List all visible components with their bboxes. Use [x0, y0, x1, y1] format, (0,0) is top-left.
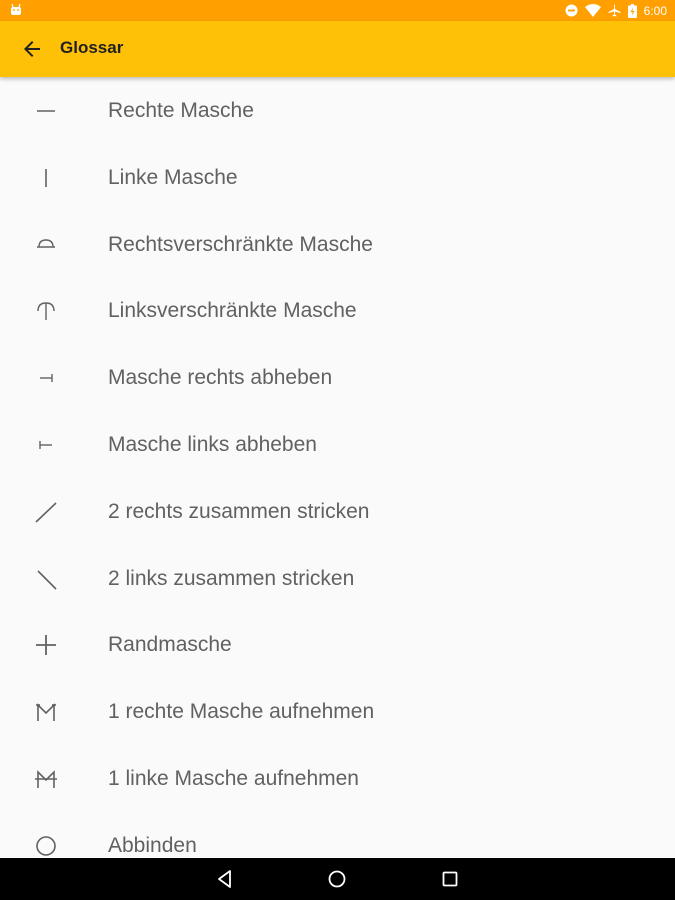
glossary-item-label: Rechte Masche [108, 99, 254, 122]
twisted-knit-symbol-icon [37, 238, 55, 248]
glossary-item-label: Rechtsverschränkte Masche [108, 232, 373, 256]
wifi-icon [584, 4, 601, 17]
glossary-item-abbinden[interactable]: Abbinden [0, 812, 675, 858]
glossary-item-1-linke-aufnehmen[interactable]: 1 linke Masche aufnehmen [0, 745, 675, 812]
glossary-item-label: Randmasche [108, 633, 232, 657]
glossary-item-linksverschraenkte-masche[interactable]: Linksverschränkte Masche [0, 277, 675, 344]
glossary-item-label: Linksverschränkte Masche [108, 299, 357, 323]
knit-stitch-symbol-icon [37, 110, 55, 112]
glossary-item-randmasche[interactable]: Randmasche [0, 611, 675, 678]
arrow-back-icon[interactable] [20, 37, 44, 61]
glossary-item-rechtsverschraenkte-masche[interactable]: Rechtsverschränkte Masche [0, 211, 675, 278]
edge-stitch-symbol-icon [36, 635, 56, 656]
glossary-item-1-rechte-aufnehmen[interactable]: 1 rechte Masche aufnehmen [0, 678, 675, 745]
status-bar: 6:00 [0, 0, 675, 21]
glossary-list[interactable]: Rechte Masche Linke Masche Rechtsverschr… [0, 77, 675, 858]
glossary-item-label: 2 links zusammen stricken [108, 566, 355, 590]
glossary-item-masche-links-abheben[interactable]: Masche links abheben [0, 411, 675, 478]
glossary-item-label: Abbinden [108, 833, 197, 857]
glossary-item-label: 1 rechte Masche aufnehmen [108, 700, 375, 724]
p2tog-symbol-icon [37, 570, 57, 590]
app-bar: Glossar [0, 21, 675, 77]
glossary-item-label: Linke Masche [108, 165, 238, 189]
glossary-item-label: Masche rechts abheben [108, 366, 333, 390]
glossary-item-label: Masche links abheben [108, 432, 317, 456]
glossary-item-label: 2 rechts zusammen stricken [108, 499, 370, 523]
purl-stitch-symbol-icon [45, 168, 47, 187]
android-notification-icon [11, 3, 21, 15]
navigation-bar [0, 858, 675, 900]
glossary-item-2-rechts-zusammen[interactable]: 2 rechts zusammen stricken [0, 478, 675, 545]
glossary-item-2-links-zusammen[interactable]: 2 links zusammen stricken [0, 545, 675, 612]
home-circle-icon[interactable] [326, 868, 348, 890]
recents-square-icon[interactable] [439, 868, 461, 890]
do-not-disturb-icon [565, 4, 578, 17]
glossary-item-label: 1 linke Masche aufnehmen [108, 766, 359, 790]
status-time: 6:00 [643, 3, 667, 18]
battery-icon [627, 3, 637, 18]
make-one-purl-symbol-icon [35, 770, 57, 788]
slip-knitwise-symbol-icon [40, 374, 53, 383]
k2tog-symbol-icon [35, 502, 57, 523]
twisted-purl-symbol-icon [37, 302, 55, 321]
bind-off-symbol-icon [36, 835, 56, 856]
glossary-item-linke-masche[interactable]: Linke Masche [0, 144, 675, 211]
make-one-knit-symbol-icon [36, 703, 56, 722]
glossary-item-rechte-masche[interactable]: Rechte Masche [0, 77, 675, 144]
back-triangle-icon[interactable] [214, 868, 236, 890]
airplane-icon [608, 4, 621, 17]
slip-purlwise-symbol-icon [39, 440, 52, 449]
glossary-item-masche-rechts-abheben[interactable]: Masche rechts abheben [0, 344, 675, 411]
page-title: Glossar [60, 38, 124, 57]
status-icons: 6:00 [565, 0, 667, 21]
